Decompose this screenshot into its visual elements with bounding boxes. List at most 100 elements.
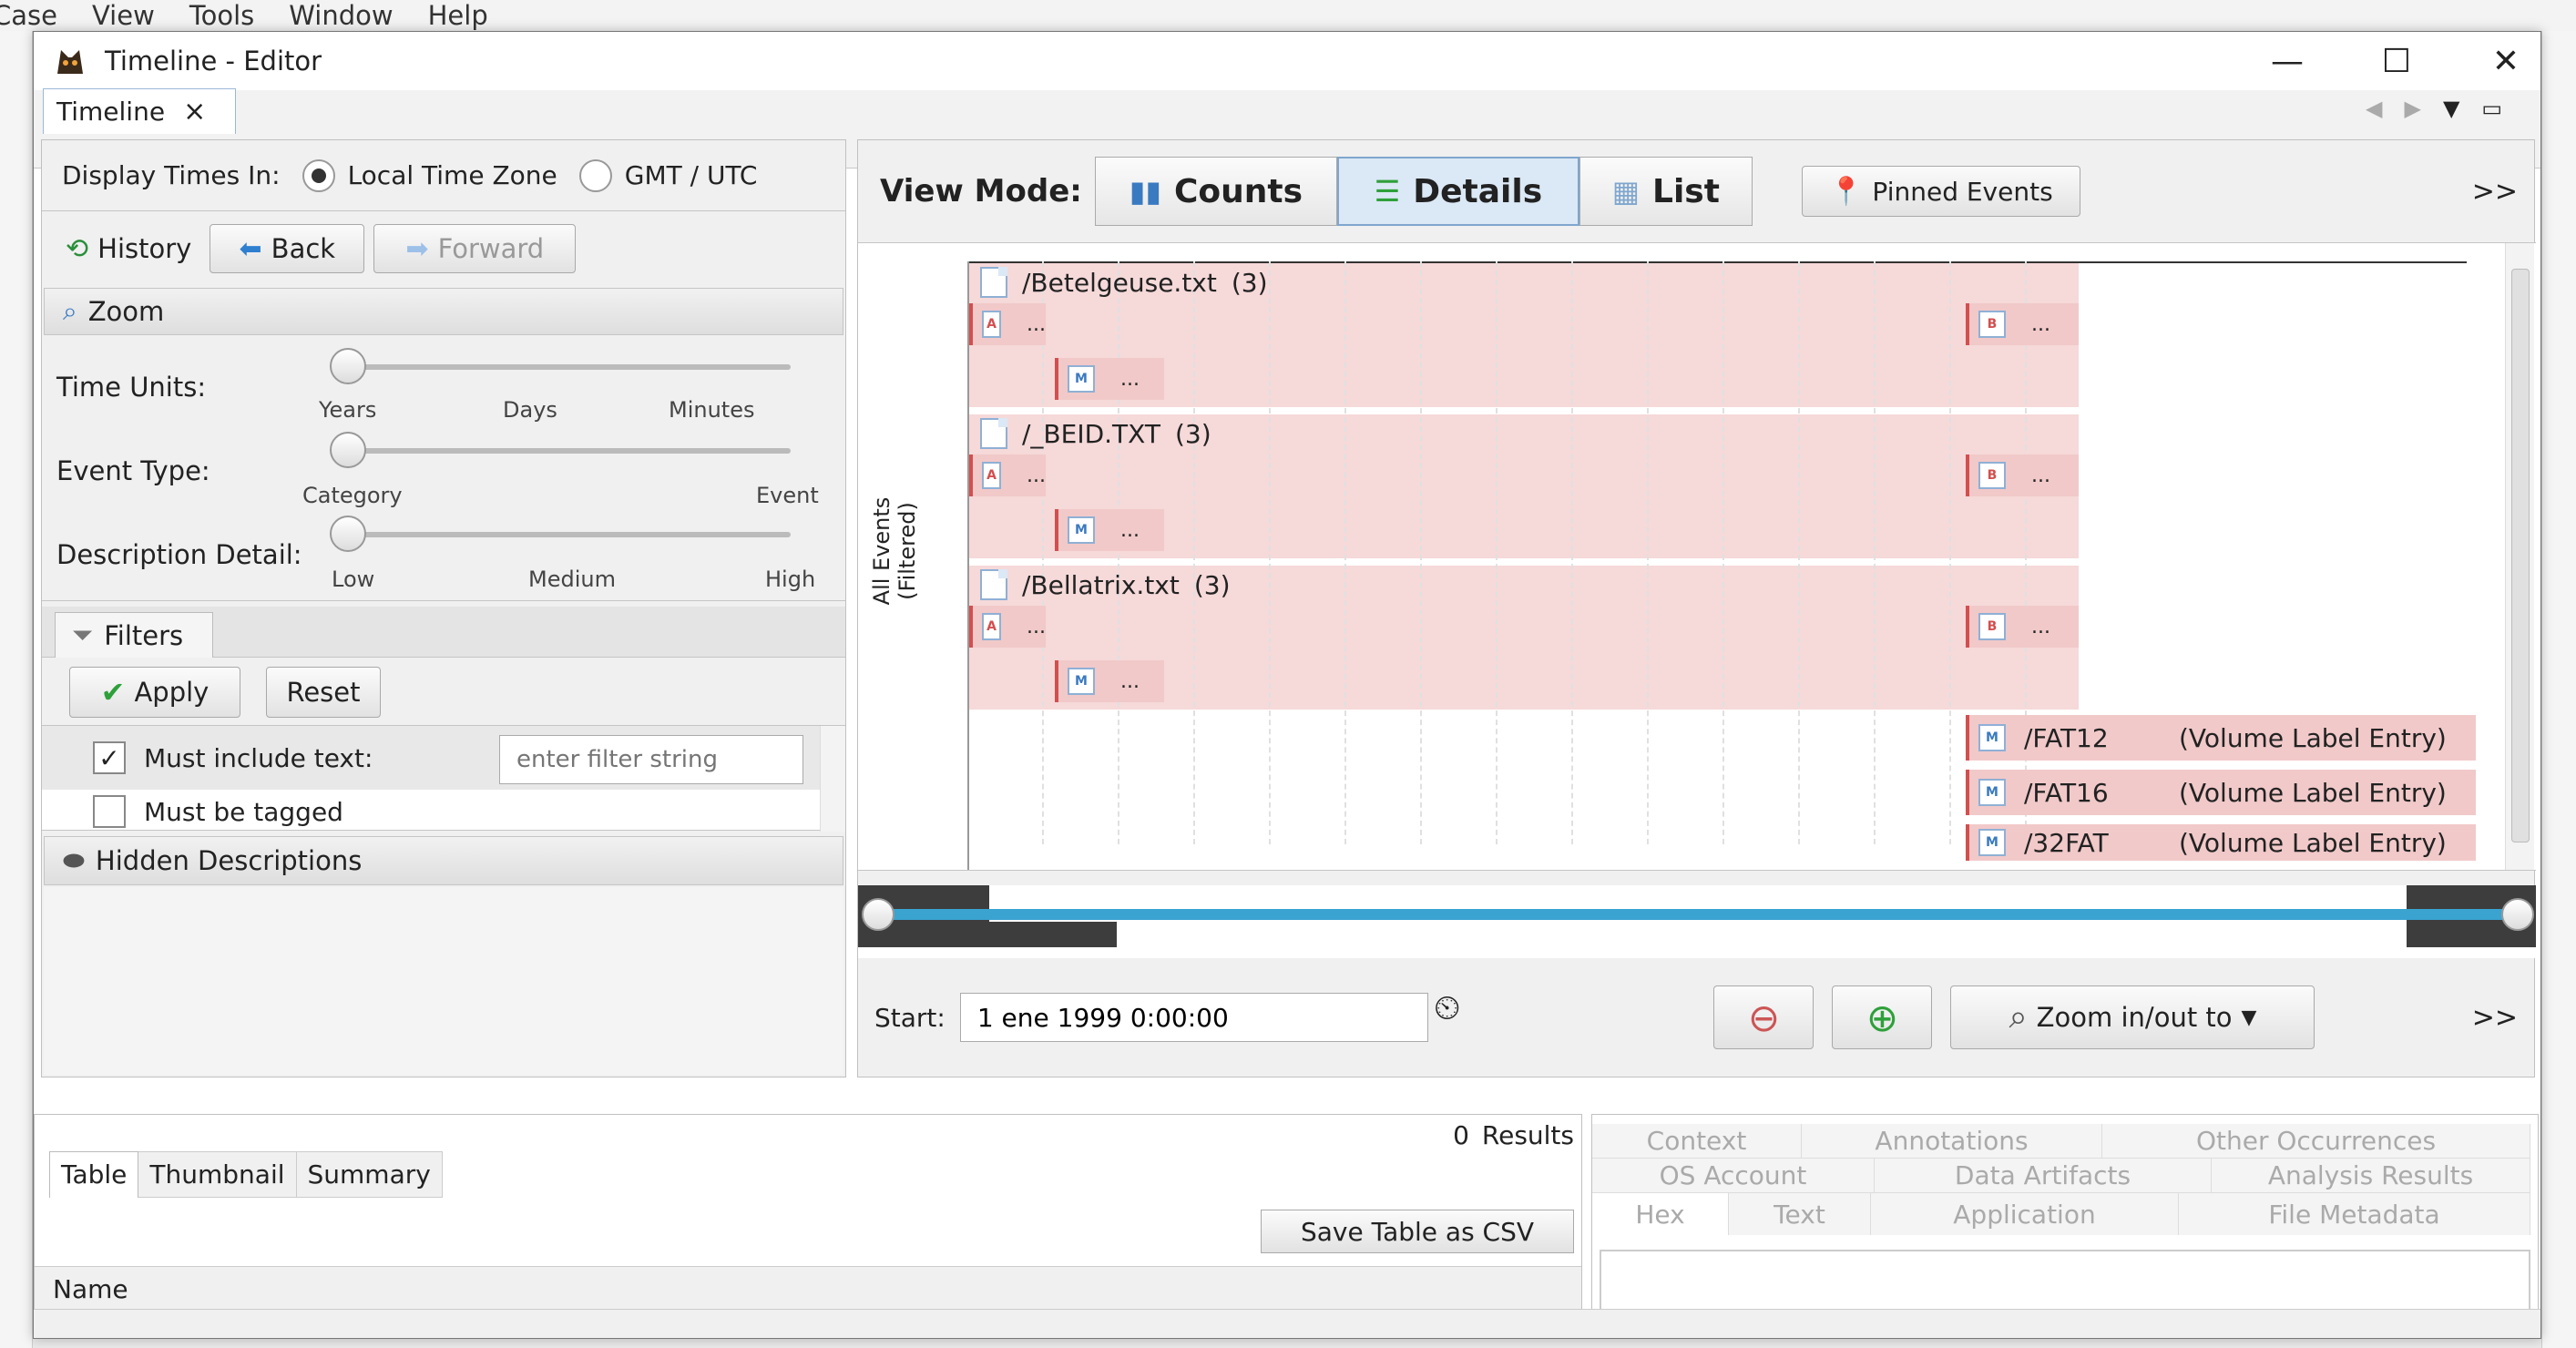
- y-axis-label: All Events (Filtered): [869, 496, 920, 606]
- details-button[interactable]: ☰ Details: [1336, 157, 1579, 226]
- event-a-3[interactable]: A...: [969, 606, 1046, 648]
- filters-tab[interactable]: ⏷ Filters: [55, 612, 213, 658]
- gmt-radio[interactable]: [578, 158, 612, 192]
- view-mode-toolbar: View Mode: ▮▮ Counts ☰ Details ▦ List 📍 …: [858, 140, 2536, 242]
- window-titlebar[interactable]: Timeline - Editor — ☐ ✕: [34, 32, 2540, 90]
- detail-tick-low: Low: [332, 567, 375, 592]
- column-name-header[interactable]: Name: [53, 1274, 128, 1304]
- group-bellatrix[interactable]: /Bellatrix.txt (3): [980, 569, 1231, 600]
- tab-hex[interactable]: Hex: [1592, 1193, 1729, 1235]
- local-time-radio[interactable]: [302, 158, 335, 192]
- local-time-label[interactable]: Local Time Zone: [348, 160, 557, 190]
- range-start-handle[interactable]: [862, 898, 894, 931]
- must-include-checkbox[interactable]: ✓: [93, 741, 126, 774]
- event-a-1[interactable]: A...: [969, 303, 1046, 345]
- start-datetime-input[interactable]: [959, 993, 1428, 1042]
- eye-icon: ⬬: [63, 845, 85, 875]
- filter-text-input[interactable]: [499, 735, 803, 784]
- event-b-2[interactable]: B...: [1966, 454, 2079, 496]
- volume-event-fat16[interactable]: M /FAT16 (Volume Label Entry): [1966, 770, 2476, 815]
- counts-button[interactable]: ▮▮ Counts: [1094, 157, 1337, 226]
- menu-window[interactable]: Window: [289, 0, 393, 31]
- volume-event-fat12[interactable]: M /FAT12 (Volume Label Entry): [1966, 715, 2476, 761]
- access-icon: A: [982, 613, 1002, 640]
- close-window-button[interactable]: ✕: [2448, 32, 2564, 90]
- event-b-3[interactable]: B...: [1966, 606, 2079, 648]
- start-label: Start:: [874, 1002, 946, 1033]
- range-end-handle[interactable]: [2501, 898, 2534, 931]
- tab-dropdown-icon[interactable]: ▼: [2443, 96, 2459, 121]
- tab-analysis-results[interactable]: Analysis Results: [2212, 1159, 2530, 1192]
- tab-text[interactable]: Text: [1729, 1193, 1871, 1235]
- filters-tab-label: Filters: [104, 619, 184, 651]
- minimize-button[interactable]: —: [2229, 32, 2346, 90]
- range-slider[interactable]: [858, 885, 2536, 958]
- tab-file-metadata[interactable]: File Metadata: [2179, 1193, 2530, 1235]
- zoom-to-dropdown[interactable]: ⌕ Zoom in/out to ▼: [1950, 985, 2315, 1049]
- description-detail-track[interactable]: [332, 532, 791, 537]
- event-m-3[interactable]: M...: [1055, 660, 1164, 702]
- time-units-knob[interactable]: [330, 348, 366, 384]
- modified-icon: M: [1978, 724, 2006, 751]
- tab-annotations[interactable]: Annotations: [1802, 1124, 2102, 1158]
- tab-summary[interactable]: Summary: [296, 1151, 443, 1198]
- event-m-1[interactable]: M...: [1055, 358, 1164, 400]
- pinned-events-button[interactable]: 📍 Pinned Events: [1801, 166, 2080, 217]
- tab-other-occurrences[interactable]: Other Occurrences: [2102, 1124, 2530, 1158]
- clock-icon[interactable]: ⏲: [1434, 987, 1461, 1028]
- tab-context[interactable]: Context: [1592, 1124, 1802, 1158]
- content-tabs-row3: Hex Text Application File Metadata: [1592, 1193, 2530, 1235]
- tab-thumbnail[interactable]: Thumbnail: [138, 1151, 297, 1198]
- menu-view[interactable]: View: [92, 0, 155, 31]
- filter-list-scrollbar[interactable]: [820, 726, 845, 832]
- range-track[interactable]: [874, 909, 2521, 920]
- tab-os-account[interactable]: OS Account: [1592, 1159, 1875, 1192]
- menu-help[interactable]: Help: [428, 0, 488, 31]
- volume-event-32fat[interactable]: M /32FAT (Volume Label Entry): [1966, 824, 2476, 861]
- event-type-track[interactable]: [332, 448, 791, 454]
- gmt-label[interactable]: GMT / UTC: [625, 160, 758, 190]
- event-type-knob[interactable]: [330, 432, 366, 468]
- must-be-tagged-checkbox[interactable]: [93, 795, 126, 828]
- zoom-section-header[interactable]: ⌕ Zoom: [44, 288, 843, 335]
- group-betelgeuse[interactable]: /Betelgeuse.txt (3): [980, 267, 1268, 298]
- timeline-main-panel: View Mode: ▮▮ Counts ☰ Details ▦ List 📍 …: [857, 139, 2536, 1077]
- tab-close-icon[interactable]: ×: [183, 96, 206, 128]
- tab-timeline[interactable]: Timeline ×: [43, 88, 236, 134]
- description-detail-knob[interactable]: [330, 516, 366, 552]
- list-button[interactable]: ▦ List: [1579, 157, 1753, 226]
- year-gridline: [1798, 261, 1800, 844]
- chart-scrollbar[interactable]: [2505, 243, 2534, 870]
- group-beid[interactable]: /_BEID.TXT (3): [980, 418, 1211, 449]
- maximize-button[interactable]: ☐: [2338, 32, 2455, 90]
- event-ellipsis: ...: [1120, 367, 1140, 391]
- event-m-2[interactable]: M...: [1055, 509, 1164, 551]
- zoom-in-button[interactable]: ⊕: [1832, 985, 1933, 1049]
- zoom-out-button[interactable]: ⊖: [1713, 985, 1814, 1049]
- bottom-overflow-button[interactable]: >>: [2472, 1002, 2518, 1034]
- event-b-1[interactable]: B...: [1966, 303, 2079, 345]
- reset-button[interactable]: Reset: [266, 667, 381, 718]
- window-title: Timeline - Editor: [105, 46, 322, 77]
- menu-tools[interactable]: Tools: [189, 0, 254, 31]
- tab-table[interactable]: Table: [49, 1151, 139, 1198]
- tab-prev-icon[interactable]: ◀: [2366, 96, 2382, 121]
- forward-button[interactable]: ➡ Forward: [373, 224, 577, 273]
- apply-label: Apply: [134, 677, 210, 708]
- timeline-details-chart[interactable]: All Events (Filtered) /Betelgeuse.txt (3…: [858, 242, 2536, 911]
- tab-restore-icon[interactable]: ▭: [2481, 96, 2502, 121]
- hidden-descriptions-header[interactable]: ⬬ Hidden Descriptions: [44, 836, 843, 885]
- save-csv-button[interactable]: Save Table as CSV: [1261, 1210, 1574, 1253]
- apply-button[interactable]: ✔ Apply: [69, 667, 240, 718]
- volume-desc: (Volume Label Entry): [2179, 722, 2447, 753]
- time-units-track[interactable]: [332, 364, 791, 370]
- chart-scrollbar-thumb[interactable]: [2511, 269, 2530, 842]
- menu-case[interactable]: Case: [0, 0, 57, 31]
- tab-next-icon[interactable]: ▶: [2404, 96, 2420, 121]
- tab-data-artifacts[interactable]: Data Artifacts: [1875, 1159, 2212, 1192]
- back-button[interactable]: ⬅ Back: [210, 224, 365, 273]
- tab-application[interactable]: Application: [1871, 1193, 2179, 1235]
- time-units-label: Time Units:: [56, 372, 207, 403]
- toolbar-overflow-button[interactable]: >>: [2472, 176, 2518, 208]
- event-a-2[interactable]: A...: [969, 454, 1046, 496]
